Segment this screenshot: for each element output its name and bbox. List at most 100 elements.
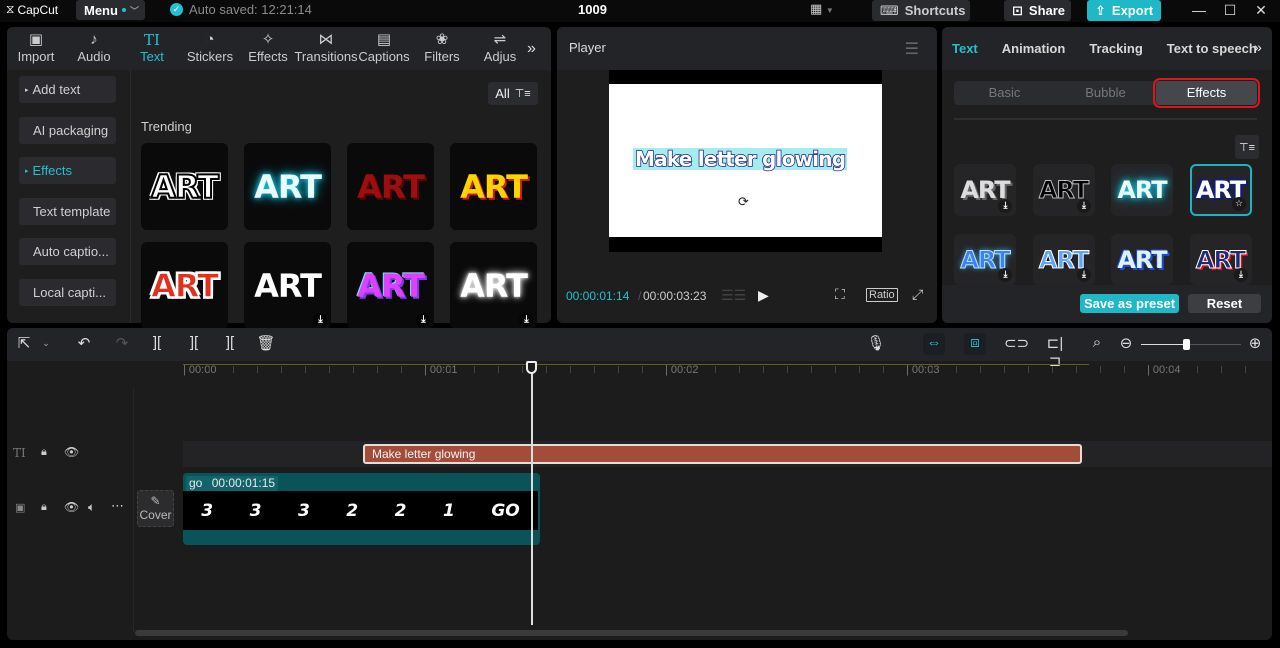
download-icon[interactable]: ⤓ <box>1076 268 1091 282</box>
eye-icon[interactable]: 👁︎ <box>64 445 79 459</box>
tab-audio[interactable]: ♪ Audio <box>65 27 123 70</box>
sidebar-item-text-template[interactable]: Text template <box>19 197 116 225</box>
sidebar-item-local-capti[interactable]: Local capti... <box>19 278 116 306</box>
menu-button[interactable]: Menu ﹀ <box>76 0 145 20</box>
sidebar-item-ai-packaging[interactable]: AI packaging <box>19 116 116 144</box>
tab-text-to-speech[interactable]: Text to speech <box>1167 41 1257 56</box>
zoom-slider-knob[interactable] <box>1183 339 1190 350</box>
more-icon[interactable]: ⋯ <box>111 498 124 514</box>
effect-tile-cyan-glow[interactable]: ART <box>1111 164 1173 216</box>
undo-icon[interactable]: ↶ <box>73 334 95 352</box>
ruler-tick <box>1100 366 1101 373</box>
more-tabs-icon[interactable]: » <box>527 40 536 58</box>
zoom-in-icon[interactable]: ⊕ <box>1244 334 1266 352</box>
shortcuts-button[interactable]: ⌨ Shortcuts <box>872 0 970 21</box>
effect-tile-light-blue[interactable]: ART <box>1111 234 1173 285</box>
tab-text[interactable]: TI Text <box>123 27 181 70</box>
text-effect-tile-plain-white[interactable]: ART ⤓ <box>244 242 331 329</box>
effect-tile-navy-blue[interactable]: ART ☆ <box>1189 164 1252 216</box>
main-track-magnet-icon[interactable]: ⇔ <box>923 333 945 355</box>
text-clip[interactable]: Make letter glowing <box>363 444 1082 464</box>
download-icon[interactable]: ⤓ <box>1076 199 1091 213</box>
delete-icon[interactable]: 🗑 <box>255 334 277 352</box>
redo-icon[interactable]: ↷ <box>111 334 133 352</box>
export-button[interactable]: ⇪ Export <box>1087 0 1161 21</box>
effect-tile-split-blue[interactable]: ART ⤓ <box>1032 234 1095 285</box>
effect-tile-blue-glow[interactable]: ART ⤓ <box>954 234 1016 285</box>
tab-text[interactable]: Text <box>952 41 978 56</box>
tab-captions[interactable]: ▤ Captions <box>355 27 413 70</box>
segment-effects[interactable]: Effects <box>1153 78 1260 108</box>
download-icon[interactable]: ⤓ <box>416 313 430 327</box>
sidebar-item-auto-captio[interactable]: Auto captio... <box>19 238 116 265</box>
lock-icon[interactable]: 🔒︎ <box>41 446 47 459</box>
split-right-icon[interactable]: ][ <box>219 334 241 351</box>
text-effect-tile-purple-gradient[interactable]: ART ⤓ <box>347 242 434 329</box>
minimize-button[interactable]: — <box>1184 0 1214 20</box>
text-effect-tile-cyan-glow[interactable]: ART <box>244 143 331 230</box>
download-icon[interactable]: ⤓ <box>998 268 1012 282</box>
horizontal-scrollbar[interactable] <box>135 630 1128 636</box>
video-preview[interactable]: Make letter glowing ⟳ <box>609 70 882 252</box>
sidebar-item-effects[interactable]: ▸ Effects <box>19 157 116 184</box>
split-icon[interactable]: ][ <box>146 334 168 351</box>
playhead-handle[interactable] <box>526 361 537 374</box>
rotate-icon[interactable]: ⟳ <box>738 194 749 210</box>
tab-transitions[interactable]: ⋈ Transitions <box>294 27 357 70</box>
segment-bubble[interactable]: Bubble <box>1055 81 1156 105</box>
auto-snap-icon[interactable]: ⧈ <box>964 333 986 355</box>
lock-icon[interactable]: 🔒︎ <box>41 501 47 514</box>
download-icon[interactable]: ⤓ <box>1233 268 1248 282</box>
zoom-fit-icon[interactable]: ⛶ <box>835 286 845 303</box>
text-effect-tile-red-white[interactable]: ART <box>141 242 228 329</box>
more-tabs-icon[interactable]: » <box>1254 39 1262 55</box>
reset-button[interactable]: Reset <box>1188 294 1261 313</box>
tab-filters[interactable]: ❀ Filters <box>413 27 471 70</box>
tab-animation[interactable]: Animation <box>1002 41 1066 56</box>
text-effect-tile-white-outline[interactable]: ART <box>141 143 228 230</box>
favorite-star-icon[interactable]: ☆ <box>1231 197 1246 211</box>
tab-stickers[interactable]: ◔ Stickers <box>181 27 239 70</box>
audio-icon[interactable]: 🔈︎ <box>88 500 95 515</box>
play-button[interactable]: ▶ <box>758 287 769 304</box>
effects-filter-button[interactable]: ⊤≡ <box>1235 135 1259 159</box>
share-button[interactable]: ⊡ Share <box>1004 0 1071 21</box>
download-icon[interactable]: ⤓ <box>519 313 533 327</box>
playhead[interactable] <box>531 361 533 625</box>
effect-tile-gray-shadow[interactable]: ART ⤓ <box>954 164 1016 216</box>
tab-import[interactable]: ▣ Import <box>7 27 65 70</box>
select-tool-icon[interactable]: ⇱ <box>13 334 35 352</box>
fullscreen-icon[interactable]: ⤢ <box>912 286 923 303</box>
ratio-button[interactable]: Ratio <box>866 288 898 302</box>
link-icon[interactable]: ⊂⊃ <box>1004 334 1029 352</box>
effect-tile-navy-red[interactable]: ART ⤓ <box>1189 234 1252 285</box>
download-icon[interactable]: ⤓ <box>998 199 1012 213</box>
text-effect-tile-yellow-red[interactable]: ART <box>450 143 537 230</box>
layout-button[interactable]: ▦ ▼ <box>810 1 834 17</box>
timeline-zoom-slider[interactable] <box>1141 339 1241 350</box>
save-as-preset-button[interactable]: Save as preset <box>1080 294 1179 313</box>
zoom-out-icon[interactable]: ⊖ <box>1115 334 1137 352</box>
download-icon[interactable]: ⤓ <box>313 313 327 327</box>
eye-icon[interactable]: 👁︎ <box>64 500 79 514</box>
split-left-icon[interactable]: ][ <box>183 334 205 351</box>
preview-caption[interactable]: Make letter glowing <box>633 147 848 171</box>
close-button[interactable]: ✕ <box>1246 0 1276 20</box>
tab-effects[interactable]: ✧ Effects <box>239 27 297 70</box>
sidebar-item-add-text[interactable]: ▸ Add text <box>19 76 116 103</box>
text-effect-tile-white-glow[interactable]: ART ⤓ <box>450 242 537 329</box>
maximize-button[interactable]: ☐ <box>1215 0 1245 20</box>
effect-tile-black-outline[interactable]: ART ⤓ <box>1032 164 1095 216</box>
tab-tracking[interactable]: Tracking <box>1089 41 1142 56</box>
video-clip[interactable]: go 00:00:01:15 3 3 3 2 2 1 GO <box>183 473 540 545</box>
microphone-icon[interactable]: 🎙 <box>865 334 887 352</box>
text-effect-tile-red-shadow[interactable]: ART <box>347 143 434 230</box>
tab-adjus[interactable]: ⇌ Adjus <box>471 27 529 70</box>
filter-all-button[interactable]: All ⊤≡ <box>488 82 538 105</box>
chevron-down-icon[interactable]: ⌄ <box>35 338 57 349</box>
cover-button[interactable]: ✎ Cover <box>137 490 174 527</box>
timeline-grid-icon[interactable]: ☰☰ <box>721 287 746 304</box>
segment-basic[interactable]: Basic <box>954 81 1055 105</box>
zoom-to-fit-icon[interactable]: ⌕ <box>1086 334 1108 351</box>
player-menu-icon[interactable]: ☰ <box>905 39 919 59</box>
